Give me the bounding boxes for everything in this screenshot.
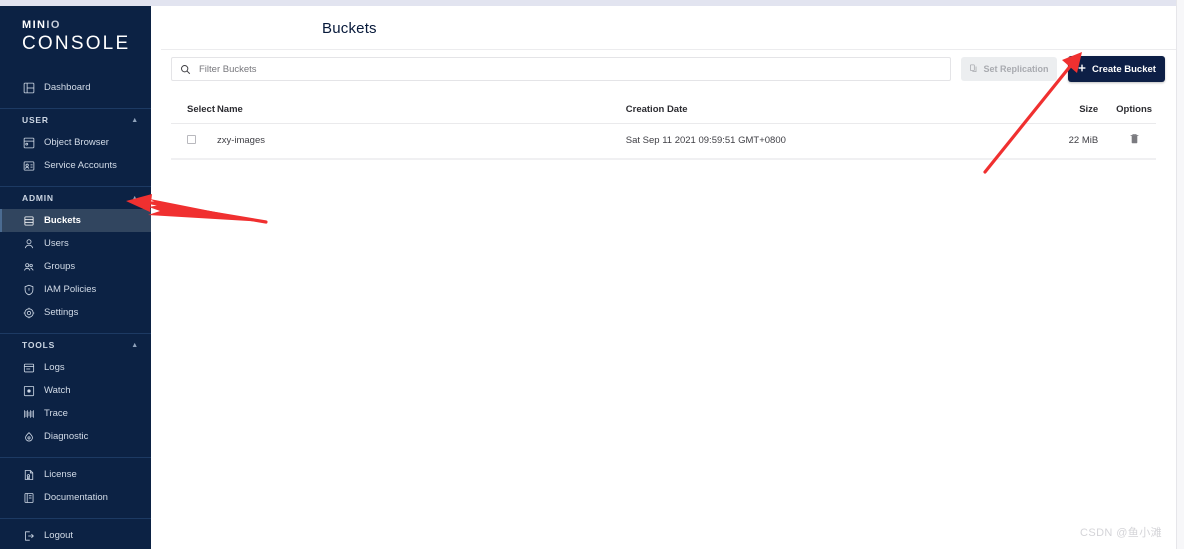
column-header-size: Size (1035, 97, 1099, 124)
sidebar: MINIO CONSOLE Dashboard USER ▲ Object Br… (0, 6, 151, 549)
sidebar-item-label: Logout (44, 530, 74, 541)
sidebar-item-label: Buckets (44, 215, 81, 226)
column-header-creation-date: Creation Date (625, 97, 1036, 124)
sidebar-item-label: Dashboard (44, 82, 91, 93)
sidebar-item-label: Trace (44, 408, 68, 419)
row-options-cell (1098, 123, 1156, 159)
search-box[interactable] (171, 57, 951, 81)
row-size: 22 MiB (1035, 123, 1099, 159)
sidebar-item-service-accounts[interactable]: Service Accounts (0, 154, 151, 177)
sidebar-item-label: Watch (44, 385, 71, 396)
trash-icon[interactable] (1129, 133, 1140, 148)
toolbar: Set Replication Create Bucket (171, 56, 1171, 82)
sidebar-item-trace[interactable]: Trace (0, 402, 151, 425)
set-replication-button[interactable]: Set Replication (961, 57, 1057, 81)
browser-right-edge (1176, 0, 1184, 549)
watch-icon (22, 384, 35, 397)
sidebar-item-dashboard[interactable]: Dashboard (0, 76, 151, 99)
header-divider (161, 49, 1176, 50)
row-creation-date: Sat Sep 11 2021 09:59:51 GMT+0800 (625, 123, 1036, 159)
documentation-icon (22, 491, 35, 504)
column-header-select: Select (171, 97, 217, 124)
search-icon (180, 64, 191, 75)
object-browser-icon (22, 136, 35, 149)
watermark: CSDN @鱼小滩 (1080, 527, 1162, 539)
trace-icon (22, 407, 35, 420)
sidebar-item-label: Documentation (44, 492, 108, 503)
sidebar-item-object-browser[interactable]: Object Browser (0, 131, 151, 154)
sidebar-item-label: Users (44, 238, 69, 249)
sidebar-item-buckets[interactable]: Buckets (0, 209, 151, 232)
sidebar-item-logout[interactable]: Logout (0, 524, 151, 547)
table-body: zxy-images Sat Sep 11 2021 09:59:51 GMT+… (171, 123, 1156, 159)
dashboard-icon (22, 81, 35, 94)
brand-min-text: MIN (22, 19, 47, 31)
sidebar-item-label: IAM Policies (44, 284, 97, 295)
brand-logo-console: CONSOLE (22, 33, 131, 54)
sidebar-item-license[interactable]: License (0, 463, 151, 486)
chevron-up-icon[interactable]: ▲ (131, 117, 139, 124)
search-input[interactable] (197, 59, 942, 79)
brand-io-text: IO (46, 19, 61, 31)
shield-icon (22, 283, 35, 296)
sidebar-item-label: Settings (44, 307, 79, 318)
table-header-row: Select Name Creation Date Size Options (171, 97, 1156, 124)
bucket-icon (22, 214, 35, 227)
replication-icon (969, 63, 978, 75)
row-select-cell (171, 123, 217, 159)
sidebar-item-documentation[interactable]: Documentation (0, 486, 151, 509)
brand-logo-minio: MINIO (22, 20, 151, 31)
main-content: Buckets (151, 6, 1176, 549)
sidebar-item-label: Service Accounts (44, 160, 117, 171)
sidebar-group-admin[interactable]: ADMIN ▲ (0, 187, 151, 209)
create-bucket-button[interactable]: Create Bucket (1068, 56, 1165, 82)
buckets-table-card: Select Name Creation Date Size Options z… (171, 97, 1156, 160)
create-bucket-label: Create Bucket (1092, 63, 1156, 75)
service-accounts-icon (22, 159, 35, 172)
sidebar-group-label: TOOLS (22, 340, 56, 350)
brand-logo[interactable]: MINIO CONSOLE (0, 6, 151, 71)
gear-icon (22, 306, 35, 319)
sidebar-item-label: Object Browser (44, 137, 109, 148)
chevron-up-icon[interactable]: ▲ (131, 342, 139, 349)
sidebar-item-label: Diagnostic (44, 431, 89, 442)
sidebar-item-label: Logs (44, 362, 65, 373)
column-header-name: Name (216, 97, 626, 124)
page-title: Buckets (322, 20, 377, 37)
table-row[interactable]: zxy-images Sat Sep 11 2021 09:59:51 GMT+… (171, 123, 1156, 159)
sidebar-item-users[interactable]: Users (0, 232, 151, 255)
sidebar-group-label: ADMIN (22, 193, 54, 203)
buckets-table: Select Name Creation Date Size Options z… (171, 97, 1156, 159)
row-checkbox[interactable] (187, 134, 196, 144)
column-header-options: Options (1098, 97, 1156, 124)
sidebar-item-groups[interactable]: Groups (0, 255, 151, 278)
row-bucket-name: zxy-images (216, 123, 626, 159)
page-header: Buckets (322, 20, 1184, 56)
groups-icon (22, 260, 35, 273)
license-icon (22, 468, 35, 481)
logout-icon (22, 529, 35, 542)
sidebar-item-label: Groups (44, 261, 76, 272)
table-head: Select Name Creation Date Size Options (171, 97, 1156, 124)
plus-icon (1077, 63, 1087, 76)
set-replication-label: Set Replication (983, 64, 1049, 74)
sidebar-group-user[interactable]: USER ▲ (0, 109, 151, 131)
user-icon (22, 237, 35, 250)
sidebar-item-diagnostic[interactable]: Diagnostic (0, 425, 151, 448)
diagnostic-icon (22, 430, 35, 443)
sidebar-group-label: USER (22, 115, 49, 125)
sidebar-item-iam-policies[interactable]: IAM Policies (0, 278, 151, 301)
sidebar-item-settings[interactable]: Settings (0, 301, 151, 324)
sidebar-item-label: License (44, 469, 77, 480)
sidebar-item-logs[interactable]: Logs (0, 356, 151, 379)
sidebar-item-watch[interactable]: Watch (0, 379, 151, 402)
chevron-up-icon[interactable]: ▲ (131, 195, 139, 202)
logs-icon (22, 361, 35, 374)
sidebar-group-tools[interactable]: TOOLS ▲ (0, 334, 151, 356)
